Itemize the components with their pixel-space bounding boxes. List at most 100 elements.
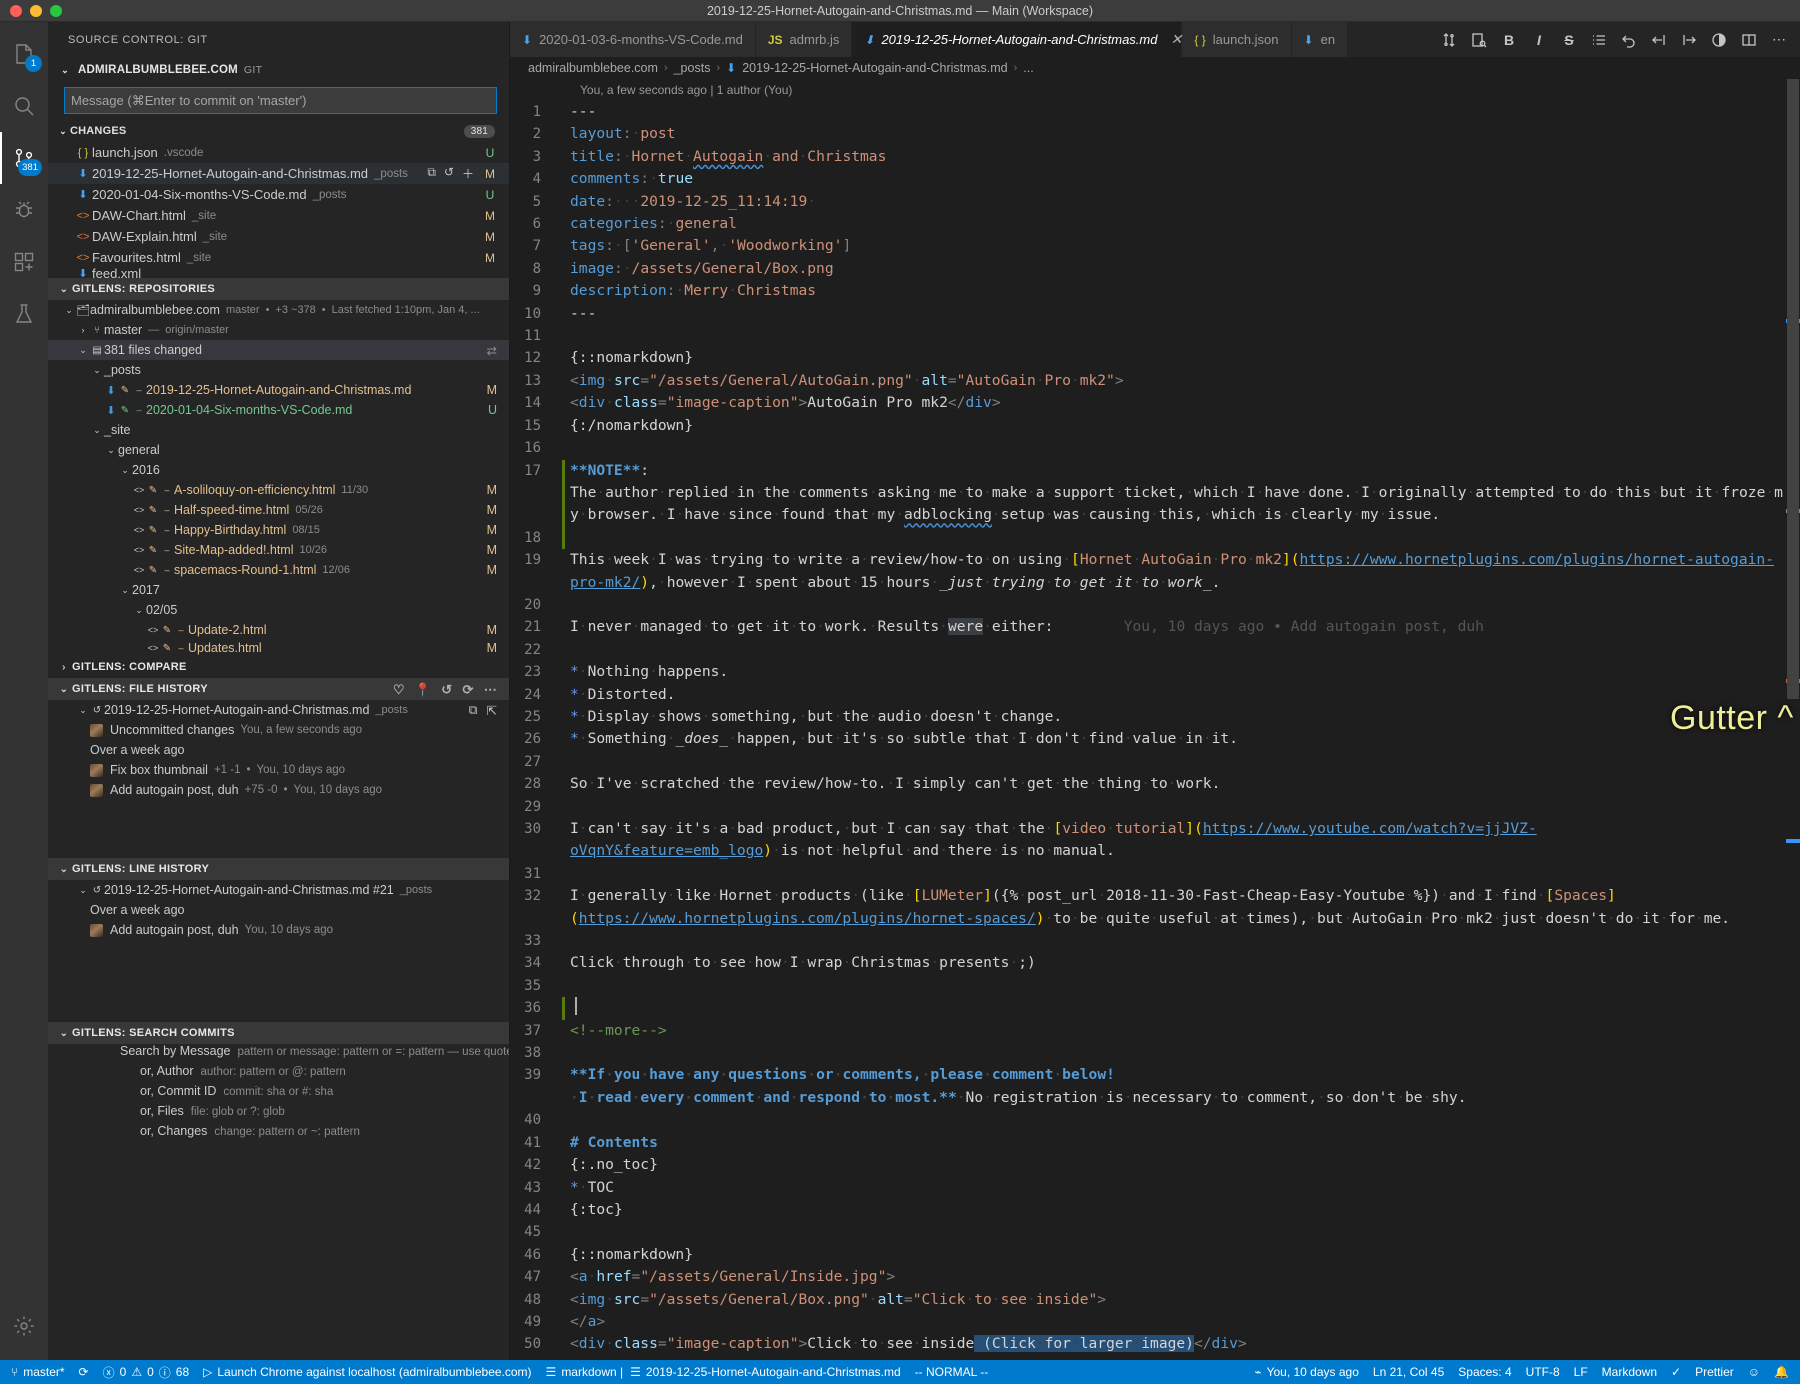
refresh-icon[interactable]: ⟳ [462, 683, 473, 696]
tree-file-row[interactable]: <> ✎ – spacemacs-Round-1.html 12/06 M [48, 560, 509, 580]
code-line-text[interactable] [562, 1042, 1786, 1064]
tree-file-row[interactable]: <> ✎ – Site-Map-added!.html 10/26 M [48, 540, 509, 560]
code-line-text[interactable]: --- [562, 303, 1786, 325]
code-line[interactable]: 20 [510, 594, 1786, 616]
tree-file-row[interactable]: <> ✎ – Happy-Birthday.html 08/15 M [48, 520, 509, 540]
code-line-text[interactable]: I·can't·say·it's·a·bad·product,·but·I·ca… [562, 818, 1786, 863]
search-commits-row[interactable]: or, Commit ID commit: sha or #: sha [48, 1084, 509, 1104]
code-line-text[interactable] [562, 325, 1786, 347]
code-line[interactable]: 24*·Distorted. [510, 684, 1786, 706]
history-icon[interactable]: ↺ [441, 683, 452, 696]
tree-file-row[interactable]: ⬇ ✎ – 2019-12-25-Hornet-Autogain-and-Chr… [48, 380, 509, 400]
code-line-text[interactable] [562, 930, 1786, 952]
code-line-text[interactable]: tags:·['General',·'Woodworking'] [562, 235, 1786, 257]
code-line[interactable]: 4comments:·true [510, 168, 1786, 190]
activity-item-extensions[interactable] [0, 236, 48, 288]
tree-folder-row[interactable]: ⌄ general [48, 440, 509, 460]
status-prettier[interactable]: Prettier [1688, 1360, 1741, 1384]
repo-files-changed-row[interactable]: ⌄ ▤ 381 files changed ⇄ [48, 340, 509, 360]
minimize-window-button[interactable] [30, 5, 42, 17]
code-line[interactable]: 16 [510, 437, 1786, 459]
code-line[interactable]: 28So·I've·scratched·the·review/how-to.·I… [510, 773, 1786, 795]
search-commits-row[interactable]: or, Author author: pattern or @: pattern [48, 1064, 509, 1084]
window-controls[interactable] [0, 5, 62, 17]
file-history-entry[interactable]: Add autogain post, duh +75 -0 • You, 10 … [48, 780, 509, 800]
code-line[interactable]: 27 [510, 751, 1786, 773]
code-line-text[interactable]: {::nomarkdown} [562, 347, 1786, 369]
code-line[interactable]: 35 [510, 975, 1786, 997]
scm-file-row-clipped[interactable]: ⬇ feed.xml [48, 268, 509, 278]
code-line[interactable]: 34Click·through·to·see·how·I·wrap·Christ… [510, 952, 1786, 974]
code-line-text[interactable] [562, 975, 1786, 997]
breadcrumb-item-folder[interactable]: _posts [674, 61, 711, 75]
code-line-text[interactable]: <!--more--> [562, 1020, 1786, 1042]
run-icon[interactable] [1704, 22, 1734, 57]
status-vim-mode[interactable]: -- NORMAL -- [908, 1360, 996, 1384]
code-line-text[interactable]: I·generally·like·Hornet·products·(like·[… [562, 885, 1786, 930]
code-line[interactable]: 11 [510, 325, 1786, 347]
line-history-file-row[interactable]: ⌄ ↺ 2019-12-25-Hornet-Autogain-and-Chris… [48, 880, 509, 900]
split-left-icon[interactable] [1644, 22, 1674, 57]
compare-changes-icon[interactable] [1434, 22, 1464, 57]
search-commits-row[interactable]: or, Changes change: pattern or ~: patter… [48, 1124, 509, 1144]
code-line[interactable]: 1--- [510, 101, 1786, 123]
code-line[interactable]: 37<!--more--> [510, 1020, 1786, 1042]
code-line[interactable]: 6categories:·general [510, 213, 1786, 235]
code-line[interactable]: 23*·Nothing·happens. [510, 661, 1786, 683]
code-line[interactable]: 2layout:·post [510, 123, 1786, 145]
code-line[interactable]: 19This·week·I·was·trying·to·write·a·revi… [510, 549, 1786, 594]
search-commits-row[interactable]: or, Files file: glob or ?: glob [48, 1104, 509, 1124]
code-line[interactable]: 14<div·class="image-caption">AutoGain Pr… [510, 392, 1786, 414]
tree-file-row[interactable]: <> ✎ – Updates.html M [48, 640, 509, 656]
code-line-text[interactable]: <img·src="/assets/General/Box.png"·alt="… [562, 1289, 1786, 1311]
code-line[interactable]: 3title:·Hornet·Autogain·and·Christmas [510, 146, 1786, 168]
code-line-text[interactable]: Click·through·to·see·how·I·wrap·Christma… [562, 952, 1786, 974]
search-commits-row[interactable]: Search by Message pattern or message: pa… [48, 1044, 509, 1064]
pane-header-repositories[interactable]: ⌄ GITLENS: REPOSITORIES [48, 278, 509, 300]
code-line[interactable]: 9description:·Merry·Christmas [510, 280, 1786, 302]
code-line[interactable]: 33 [510, 930, 1786, 952]
code-line-text[interactable] [562, 527, 1786, 549]
italic-icon[interactable]: I [1524, 22, 1554, 57]
code-line[interactable]: 10--- [510, 303, 1786, 325]
code-line-text[interactable]: So·I've·scratched·the·review/how-to.·I·s… [562, 773, 1786, 795]
tab-admrb-js[interactable]: JS admrb.js [756, 22, 853, 57]
code-line[interactable]: 44{:toc} [510, 1199, 1786, 1221]
code-line[interactable]: 5date:···2019-12-25_11:14:19· [510, 191, 1786, 213]
tree-file-row[interactable]: <> ✎ – Half-speed-time.html 05/26 M [48, 500, 509, 520]
code-line[interactable]: 51{:/nomarkdown} [510, 1356, 1786, 1360]
maximize-window-button[interactable] [50, 5, 62, 17]
code-content[interactable]: 1---2layout:·post3title:·Hornet·Autogain… [510, 79, 1786, 1360]
code-line[interactable]: 7tags:·['General',·'Woodworking'] [510, 235, 1786, 257]
activity-item-testing[interactable] [0, 288, 48, 340]
pane-header-line-history[interactable]: ⌄ GITLENS: LINE HISTORY [48, 858, 509, 880]
code-line-text[interactable]: **If·you·have·any·questions·or·comments,… [562, 1064, 1786, 1109]
tab-hornet-autogain[interactable]: ⬇ 2019-12-25-Hornet-Autogain-and-Christm… [852, 22, 1182, 57]
scm-file-row[interactable]: ⬇ 2020-01-04-Six-months-VS-Code.md _post… [48, 184, 509, 205]
code-line[interactable]: 15{:/nomarkdown} [510, 415, 1786, 437]
scm-repo-header[interactable]: ⌄ ADMIRALBUMBLEBEE.COM GIT [48, 57, 509, 83]
code-line-text[interactable]: description:·Merry·Christmas [562, 280, 1786, 302]
split-right-icon[interactable] [1674, 22, 1704, 57]
files-changed-action-icon[interactable]: ⇄ [487, 343, 509, 358]
code-line-text[interactable]: --- [562, 101, 1786, 123]
undo-icon[interactable] [1614, 22, 1644, 57]
breadcrumb-item-symbol[interactable]: ... [1023, 61, 1033, 75]
open-preview-icon[interactable] [1464, 22, 1494, 57]
status-language-mode[interactable]: Markdown [1595, 1360, 1664, 1384]
code-line-text[interactable]: image:·/assets/General/Box.png [562, 258, 1786, 280]
code-line-text[interactable]: {:toc} [562, 1199, 1786, 1221]
code-line[interactable]: 32I·generally·like·Hornet·products·(like… [510, 885, 1786, 930]
activity-item-search[interactable] [0, 80, 48, 132]
status-cursor-position[interactable]: Ln 21, Col 45 [1366, 1360, 1451, 1384]
more-actions-icon[interactable]: ⋯ [484, 683, 497, 696]
code-line[interactable]: 42{:.no_toc} [510, 1154, 1786, 1176]
code-line[interactable]: 39**If·you·have·any·questions·or·comment… [510, 1064, 1786, 1109]
breadcrumb-item-file[interactable]: 2019-12-25-Hornet-Autogain-and-Christmas… [742, 61, 1007, 75]
scm-file-row[interactable]: { } launch.json .vscode U [48, 142, 509, 163]
close-window-button[interactable] [10, 5, 22, 17]
code-line[interactable]: 18 [510, 527, 1786, 549]
code-line-text[interactable]: date:···2019-12-25_11:14:19· [562, 191, 1786, 213]
pin-icon[interactable]: 📍 [415, 683, 432, 696]
code-line-text[interactable]: <img·src="/assets/General/AutoGain.png"·… [562, 370, 1786, 392]
